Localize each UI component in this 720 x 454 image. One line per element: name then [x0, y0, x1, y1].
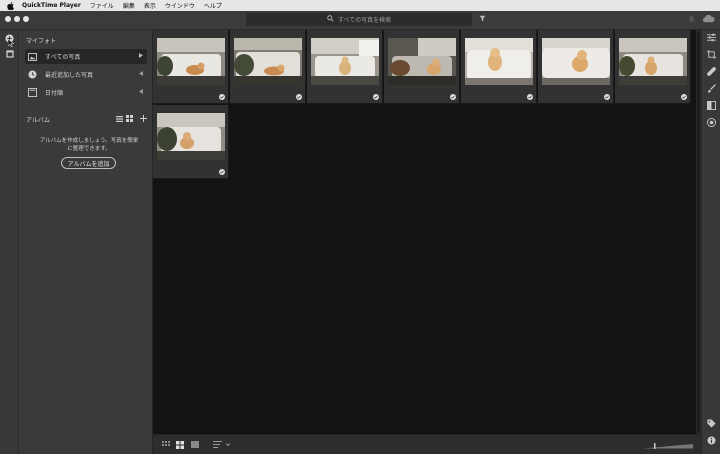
sidebar-item-label: 日付順 — [45, 90, 64, 97]
cat-photo — [234, 38, 302, 85]
single-view-icon[interactable] — [190, 439, 199, 450]
adjust-sliders-button[interactable] — [706, 33, 717, 44]
caret-left-icon — [139, 71, 143, 78]
cloud-synced-icon — [373, 94, 379, 100]
my-photos-title: マイフォト — [26, 38, 57, 45]
bell-icon — [688, 15, 695, 25]
info-icon — [707, 436, 716, 447]
sidebar-item-by-date[interactable]: 日付順 — [25, 85, 147, 100]
brush-button[interactable] — [706, 84, 717, 95]
keywords-button[interactable] — [706, 419, 717, 430]
albums-header: アルバム — [26, 114, 148, 124]
photo-thumbnail[interactable] — [538, 30, 614, 104]
radial-icon — [707, 118, 716, 129]
photo-thumbnail[interactable] — [461, 30, 537, 104]
title-bar: すべての写真を検索 — [0, 11, 720, 30]
photo-thumbnail[interactable] — [307, 30, 383, 104]
caret-left-icon — [139, 89, 143, 96]
list-view-icon[interactable] — [115, 114, 123, 123]
brush-icon — [707, 84, 716, 95]
info-button[interactable] — [706, 436, 717, 447]
scrollbar-thumb[interactable] — [697, 32, 700, 432]
add-album-button[interactable]: アルバムを追加 — [61, 157, 116, 169]
cat-photo — [542, 38, 610, 85]
albums-panel-button[interactable] — [4, 49, 15, 60]
apple-menu-icon[interactable] — [6, 1, 14, 10]
clock-icon — [27, 69, 38, 80]
search-icon — [327, 15, 334, 24]
photo-icon — [27, 51, 38, 62]
photo-thumbnail[interactable] — [153, 105, 229, 179]
cat-photo — [311, 38, 379, 85]
cloud-icon — [702, 14, 715, 25]
add-album-plus-icon[interactable] — [139, 114, 147, 123]
sliders-icon — [707, 33, 716, 44]
sidebar-item-label: すべての写真 — [45, 54, 81, 61]
menu-view[interactable]: 表示 — [144, 1, 156, 10]
grid-view-icon[interactable] — [125, 114, 133, 123]
grid-view-icon[interactable] — [175, 439, 184, 450]
left-tool-rail — [0, 30, 19, 454]
cloud-synced-icon — [527, 94, 533, 100]
cloud-synced-icon — [681, 94, 687, 100]
sidebar-item-label: 最近追加した写真 — [45, 72, 94, 79]
play-caret-icon — [139, 53, 143, 60]
sort-menu-icon[interactable] — [212, 439, 232, 450]
cloud-synced-icon — [219, 169, 225, 175]
album-empty-message: アルバムを作成しましょう。写真を簡単に整理できます。 — [39, 138, 139, 152]
cat-photo — [157, 38, 225, 85]
bell-button[interactable] — [686, 14, 696, 25]
menu-edit[interactable]: 編集 — [123, 1, 135, 10]
zoom-window-button[interactable] — [23, 16, 29, 22]
healing-button[interactable] — [706, 67, 717, 78]
panel-icon — [5, 49, 14, 60]
square-grid-view-icon[interactable] — [161, 439, 170, 450]
cat-photo — [157, 113, 225, 160]
filter-icon — [479, 15, 486, 24]
tag-icon — [707, 419, 716, 430]
close-window-button[interactable] — [5, 16, 11, 22]
albums-title: アルバム — [26, 117, 50, 124]
cat-photo — [388, 38, 456, 85]
photo-thumbnail[interactable] — [384, 30, 460, 104]
window-controls — [5, 16, 29, 22]
minimize-window-button[interactable] — [14, 16, 20, 22]
sidebar-item-all-photos[interactable]: すべての写真 — [25, 49, 147, 64]
sidebar-item-recent[interactable]: 最近追加した写真 — [25, 67, 147, 82]
cloud-synced-icon — [296, 94, 302, 100]
photo-thumbnail[interactable] — [230, 30, 306, 104]
linear-gradient-button[interactable] — [706, 101, 717, 112]
right-tool-rail — [701, 30, 720, 454]
search-input[interactable]: すべての写真を検索 — [246, 13, 472, 26]
search-placeholder: すべての写真を検索 — [337, 17, 392, 24]
cloud-synced-icon — [219, 94, 225, 100]
calendar-icon — [27, 87, 38, 98]
gradient-icon — [707, 101, 716, 112]
bandage-icon — [707, 67, 716, 78]
menu-file[interactable]: ファイル — [90, 1, 114, 10]
cat-photo — [619, 38, 687, 85]
bottom-toolbar — [153, 434, 701, 454]
crop-icon — [707, 50, 716, 61]
menu-help[interactable]: ヘルプ — [204, 1, 222, 10]
photo-grid — [153, 30, 696, 434]
photo-thumbnail[interactable] — [615, 30, 691, 104]
thumbnail-size-slider[interactable] — [643, 443, 693, 449]
menubar: QuickTime Player ファイル 編集 表示 ウインドウ ヘルプ — [0, 0, 720, 11]
crop-rotate-button[interactable] — [706, 50, 717, 61]
filter-button[interactable] — [477, 14, 487, 25]
photo-thumbnail[interactable] — [153, 30, 229, 104]
cat-photo — [465, 38, 533, 85]
menu-app-name[interactable]: QuickTime Player — [22, 2, 81, 9]
menu-window[interactable]: ウインドウ — [165, 1, 195, 10]
radial-gradient-button[interactable] — [706, 118, 717, 129]
mouse-cursor-icon — [7, 38, 15, 50]
cloud-synced-icon — [450, 94, 456, 100]
sidebar: マイフォト すべての写真 最近追加した写真 日付順 アルバム アルバムを作成しま… — [19, 30, 153, 454]
cloud-sync-button[interactable] — [701, 14, 715, 25]
cloud-synced-icon — [604, 94, 610, 100]
